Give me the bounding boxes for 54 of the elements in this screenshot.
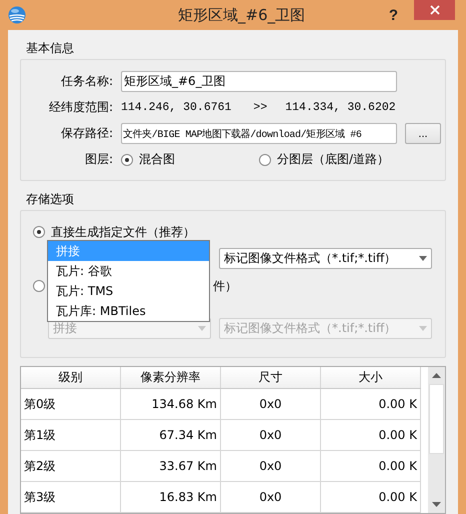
table-cell: 0.00 K [321,451,421,481]
table-cell: 134.68 Km [121,389,221,419]
column-header[interactable]: 尺寸 [221,367,321,388]
field-label: 图层: [84,151,114,168]
section-title: 存储选项 [26,191,75,207]
scrollbar[interactable] [428,367,445,513]
globe-icon [8,6,26,24]
radio-label: 件） [213,278,237,294]
range-separator: >> [253,101,268,114]
table-cell: 0.00 K [321,420,421,450]
close-button[interactable] [414,0,455,20]
close-icon [430,5,440,15]
radio-label: 直接生成指定文件（推荐） [51,224,195,240]
input-field[interactable]: 矩形区域_#6_卫图 [121,71,397,92]
radio-label: 混合图 [139,151,175,168]
input-field[interactable]: 文件夹/BIGE MAP地图下载器/download/矩形区域 #6 [121,123,397,144]
table-cell: 第2级 [21,451,121,481]
table-cell: 第0级 [21,389,121,419]
table-cell: 0x0 [221,451,321,481]
section-title: 基本信息 [26,40,75,56]
scroll-thumb[interactable] [429,384,444,454]
table-cell: 67.34 Km [121,420,221,450]
table-cell: 第3级 [21,482,121,512]
column-header[interactable]: 级别 [21,367,121,388]
radio-button[interactable] [259,154,271,166]
field-label: 任务名称: [60,73,114,90]
up-arrow-icon [432,373,441,378]
field-label: 保存路径: [60,125,114,142]
caret-icon [198,326,206,330]
dropdown-option[interactable]: 瓦片: 谷歌 [48,261,209,281]
dropdown-option[interactable]: 瓦片: TMS [48,281,209,301]
caret-icon [419,256,427,260]
table-cell: 0x0 [221,482,321,512]
table-cell: 16.83 Km [121,482,221,512]
window-title: 矩形区域_#6_卫图 [178,6,306,24]
table-cell: 0.00 K [321,389,421,419]
table-cell: 第1级 [21,420,121,450]
column-header[interactable]: 像素分辨率 [121,367,221,388]
column-header[interactable]: 大小 [321,367,421,388]
table-cell: 0.00 K [321,482,421,512]
radio-button[interactable] [33,226,45,238]
browse-button[interactable]: ... [405,123,441,144]
table-cell: 0x0 [221,389,321,419]
coordinate-text: 114.334, 30.6202 [285,101,396,114]
table-cell: 0x0 [221,420,321,450]
coordinate-text: 114.246, 30.6761 [121,101,232,114]
down-arrow-icon [432,502,441,507]
table-cell: 33.67 Km [121,451,221,481]
dropdown-select[interactable]: 标记图像文件格式（*.tif;*.tiff） [219,248,432,268]
help-button[interactable]: ? [380,5,406,25]
field-label: 经纬度范围: [48,99,114,116]
radio-label: 分图层（底图/道路） [277,151,390,168]
caret-icon [419,326,427,330]
radio-button[interactable] [121,154,133,166]
